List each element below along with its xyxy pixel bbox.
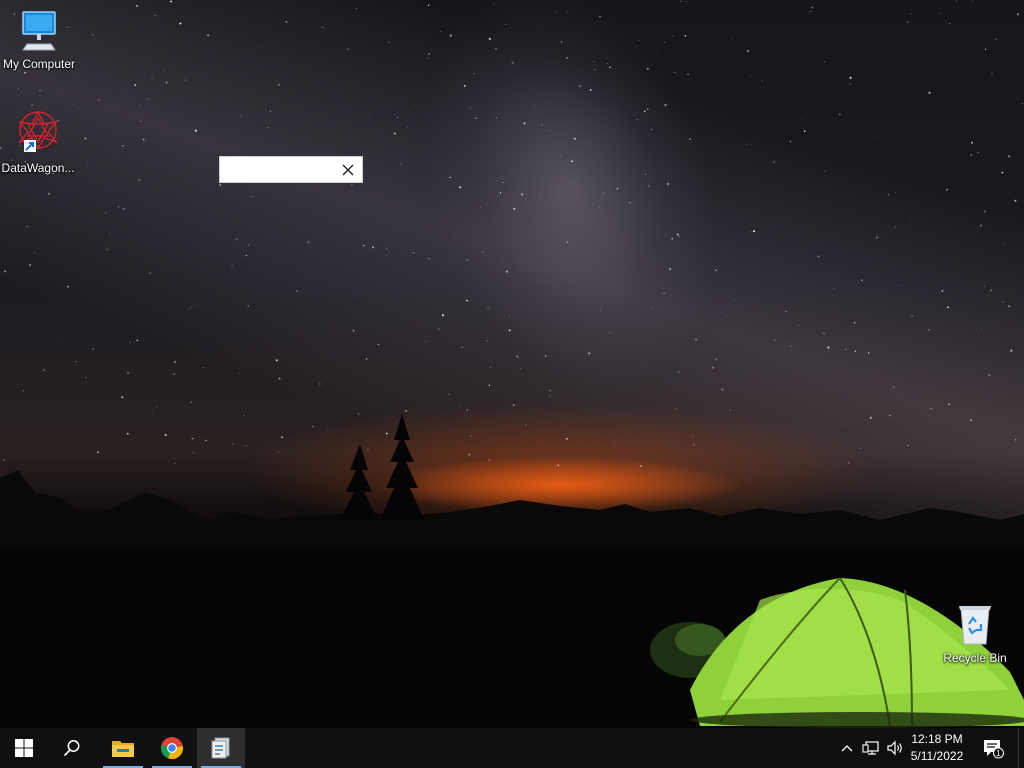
- folder-icon: [112, 741, 134, 757]
- volume-icon: [887, 740, 902, 756]
- clock-time: 12:18 PM: [911, 732, 963, 746]
- chrome-icon: [161, 737, 183, 760]
- desktop-icon-recycle-bin[interactable]: Recycle Bin: [937, 602, 1013, 665]
- taskbar-app[interactable]: [197, 728, 245, 768]
- computer-icon: [22, 11, 56, 51]
- desktop-icon-label: DataWagon...: [1, 161, 75, 175]
- taskbar: 12:18 PM 5/11/2022 1: [0, 728, 1024, 768]
- notification-icon: 1: [984, 740, 1004, 759]
- show-desktop-button[interactable]: [1018, 728, 1024, 768]
- chevron-up-icon: [841, 745, 853, 752]
- popup-window: [219, 156, 363, 183]
- tray-show-hidden[interactable]: [838, 728, 856, 768]
- desktop-icon-label: My Computer: [2, 57, 76, 71]
- recycle-bin-icon: [959, 606, 991, 645]
- tray-network[interactable]: [860, 728, 882, 768]
- windows-start-icon: [15, 739, 33, 757]
- app-window-icon: [211, 737, 230, 759]
- landscape-silhouette: [0, 414, 1024, 728]
- search-button[interactable]: [48, 728, 96, 768]
- taskbar-file-explorer[interactable]: [99, 728, 147, 768]
- taskbar-clock[interactable]: 12:18 PM 5/11/2022: [906, 731, 968, 765]
- taskbar-chrome[interactable]: [148, 728, 196, 768]
- desktop-icon-datawagon[interactable]: DataWagon...: [0, 108, 76, 175]
- desktop-icon-my-computer[interactable]: My Computer: [1, 8, 77, 71]
- notification-count: 1: [996, 749, 1001, 758]
- action-center-button[interactable]: 1: [978, 728, 1008, 768]
- clock-date: 5/11/2022: [910, 749, 964, 763]
- datawagon-icon: [17, 110, 59, 152]
- search-icon: [63, 740, 80, 757]
- close-icon[interactable]: [340, 162, 356, 178]
- desktop-wallpaper: My Computer DataWagon... Recycle Bin: [0, 0, 1024, 728]
- desktop-icon-label: Recycle Bin: [943, 651, 1007, 665]
- start-button[interactable]: [0, 728, 48, 768]
- network-icon: [862, 741, 879, 755]
- tray-volume[interactable]: [884, 728, 906, 768]
